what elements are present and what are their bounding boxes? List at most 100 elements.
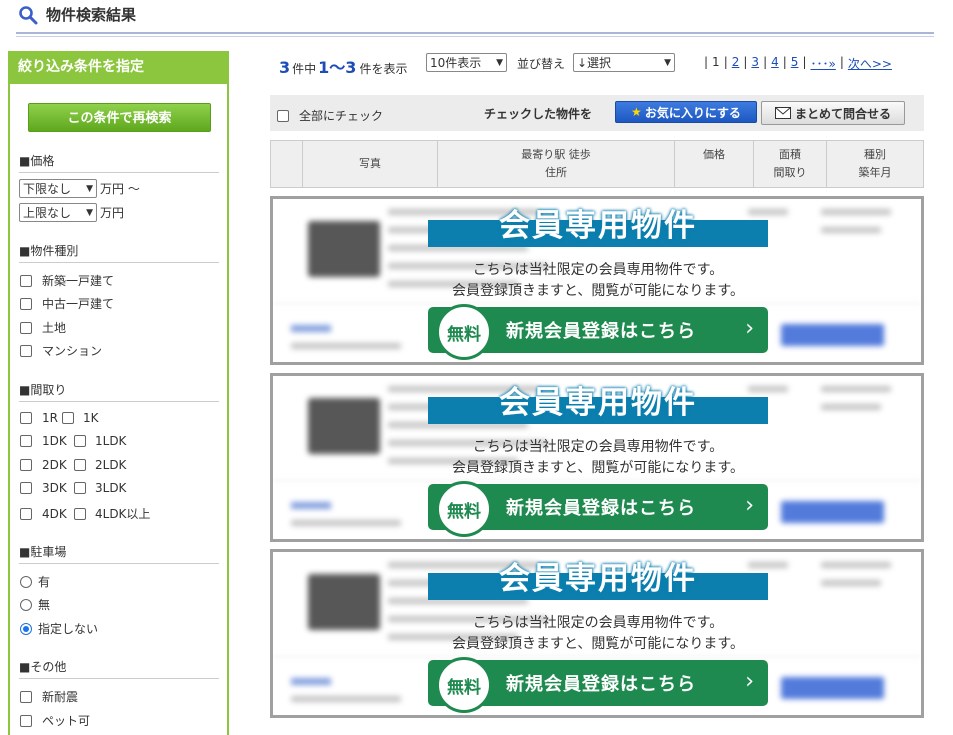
parking-section-title: ■駐車場 <box>19 543 219 564</box>
blurred-divider <box>273 656 921 657</box>
th-photo: 写真 <box>302 141 437 187</box>
check-all-label: 全部にチェック <box>299 109 384 123</box>
type-checkbox-row[interactable]: マンション <box>20 342 102 359</box>
check-all-row[interactable]: 全部にチェック <box>277 107 383 124</box>
research-button[interactable]: この条件で再検索 <box>28 103 211 132</box>
parking-radio-row[interactable]: 有 <box>20 573 50 590</box>
other-label: 新耐震 <box>42 690 79 704</box>
parking-radio-row[interactable]: 無 <box>20 596 50 613</box>
checkbox[interactable] <box>62 412 74 424</box>
price-min-select[interactable]: 下限なし ▼ <box>19 179 97 198</box>
member-note-line1: こちらは当社限定の会員専用物件です。 <box>472 615 724 631</box>
per-page-select[interactable]: 10件表示 ▼ <box>426 53 507 72</box>
pager-divider: | <box>802 55 807 69</box>
layout-row: 3DK 3LDK <box>20 481 126 495</box>
free-badge: 無料 <box>436 481 492 537</box>
th-station-label: 最寄り駅 徒歩 <box>521 148 591 161</box>
checkbox[interactable] <box>20 321 32 334</box>
pager-current: 1 <box>712 55 720 69</box>
checkbox[interactable] <box>20 482 32 494</box>
checkbox[interactable] <box>20 459 32 471</box>
price-max-select[interactable]: 上限なし ▼ <box>19 203 97 222</box>
member-note-line1: こちらは当社限定の会員専用物件です。 <box>472 262 724 278</box>
checkbox[interactable] <box>20 690 32 703</box>
favorite-button[interactable]: ★ お気に入りにする <box>615 101 757 123</box>
type-label: 新築一戸建て <box>42 274 115 288</box>
th-station: 最寄り駅 徒歩 住所 <box>437 141 674 187</box>
layout-label: 3DK <box>42 481 67 495</box>
checkbox[interactable] <box>20 435 32 447</box>
radio-button-selected[interactable] <box>20 622 32 635</box>
checkbox[interactable] <box>20 344 32 357</box>
pager-divider: | <box>763 55 768 69</box>
register-button[interactable]: 無料 新規会員登録はこちら › <box>428 481 768 537</box>
chevron-down-icon: ▼ <box>86 183 93 194</box>
layout-label: 1K <box>83 411 99 425</box>
th-photo-label: 写真 <box>359 157 381 170</box>
member-note-line1: こちらは当社限定の会員専用物件です。 <box>472 439 724 455</box>
blurred-text <box>821 580 881 586</box>
sort-value: ↓選択 <box>577 56 612 70</box>
other-checkbox-row[interactable]: 新耐震 <box>20 688 78 705</box>
layout-row: 4DK 4LDK以上 <box>20 505 150 522</box>
pager-link[interactable]: 5 <box>791 55 799 72</box>
checkbox[interactable] <box>74 459 86 471</box>
th-built-label: 築年月 <box>858 166 892 179</box>
price-max-value: 上限なし <box>23 206 72 220</box>
type-checkbox-row[interactable]: 中古一戸建て <box>20 295 114 312</box>
register-button[interactable]: 無料 新規会員登録はこちら › <box>428 304 768 360</box>
checkbox[interactable] <box>74 482 86 494</box>
filter-sidebar: 絞り込み条件を指定 この条件で再検索 ■価格 下限なし ▼ 万円 ～ 上限なし ▼ … <box>8 51 229 735</box>
results-table-header: 写真 最寄り駅 徒歩 住所 価格 面積 間取り 種別 築年月 <box>270 140 924 188</box>
layout-label: 4DK <box>42 506 67 521</box>
blurred-photo <box>308 398 380 454</box>
pager-ellipsis[interactable]: ･･･» <box>810 55 835 72</box>
blurred-divider <box>273 303 921 304</box>
pager-link[interactable]: 2 <box>732 55 740 72</box>
pager-link[interactable]: 4 <box>771 55 779 72</box>
other-checkbox-row[interactable]: ペット可 <box>20 712 90 729</box>
layout-label: 1DK <box>42 434 67 448</box>
checkbox[interactable] <box>20 274 32 287</box>
per-page-value: 10件表示 <box>430 56 482 70</box>
star-icon: ★ <box>631 105 642 119</box>
blurred-detail-button <box>781 677 884 699</box>
layout-label: 2LDK <box>95 458 127 472</box>
radio-button[interactable] <box>20 575 32 588</box>
checkbox[interactable] <box>20 297 32 310</box>
chevron-right-icon: › <box>745 669 754 694</box>
type-checkbox-row[interactable]: 土地 <box>20 319 66 336</box>
check-all-checkbox[interactable] <box>277 109 289 122</box>
pager-next[interactable]: 次へ>> <box>848 55 892 72</box>
blurred-link <box>291 325 331 332</box>
pager-link[interactable]: 3 <box>751 55 759 72</box>
pager-divider: | <box>782 55 787 69</box>
type-checkbox-row[interactable]: 新築一戸建て <box>20 272 114 289</box>
register-button[interactable]: 無料 新規会員登録はこちら › <box>428 657 768 713</box>
bulk-inquiry-button[interactable]: まとめて問合せる <box>761 101 905 125</box>
layout-label: 3LDK <box>95 481 127 495</box>
checkbox[interactable] <box>74 507 86 520</box>
th-area-label: 面積 <box>779 148 801 161</box>
blurred-text <box>821 386 891 392</box>
parking-radio-row[interactable]: 指定しない <box>20 620 98 637</box>
checkbox[interactable] <box>20 507 32 520</box>
chevron-right-icon: › <box>745 493 754 518</box>
sort-label: 並び替え <box>517 57 566 71</box>
radio-button[interactable] <box>20 598 32 611</box>
page-header: 物件検索結果 <box>16 0 934 37</box>
th-check <box>271 141 302 187</box>
checkbox[interactable] <box>20 714 32 727</box>
bulk-inquiry-label: まとめて問合せる <box>794 106 891 121</box>
type-label: 土地 <box>42 321 67 335</box>
checkbox[interactable] <box>74 435 86 447</box>
member-only-card: 会員専用物件 こちらは当社限定の会員専用物件です。 会員登録頂きますと、閲覧が可… <box>270 549 924 718</box>
pagination: | 1 | 2 | 3 | 4 | 5 | ･･･» | 次へ>> <box>704 55 892 72</box>
blurred-text <box>291 696 401 702</box>
th-area: 面積 間取り <box>753 141 826 187</box>
result-count: 3 件中 1～3 件を表示 <box>279 54 407 78</box>
th-type-label: 種別 <box>864 148 886 161</box>
sort-select[interactable]: ↓選択 ▼ <box>573 53 675 72</box>
checkbox[interactable] <box>20 412 32 424</box>
search-icon <box>19 5 38 24</box>
